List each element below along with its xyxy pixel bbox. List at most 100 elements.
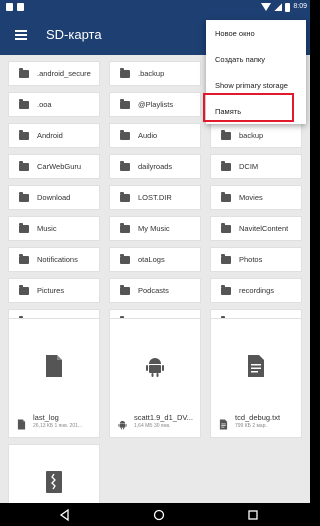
- folder-item[interactable]: Music: [8, 216, 100, 241]
- wifi-icon: [261, 3, 272, 11]
- document-icon: [17, 417, 26, 430]
- folder-name: Photos: [239, 255, 263, 264]
- android-icon: [145, 355, 165, 377]
- folder-icon: [120, 191, 130, 202]
- folder-name: Download: [37, 193, 71, 202]
- folder-icon: [221, 222, 231, 233]
- folder-icon: [221, 160, 231, 171]
- folder-name: otaLogs: [138, 255, 165, 264]
- archive-icon: [44, 471, 64, 493]
- folder-item[interactable]: .backup: [109, 61, 201, 86]
- navigation-bar: [0, 503, 310, 526]
- battery-icon: [285, 2, 291, 12]
- folder-name: Movies: [239, 193, 263, 202]
- folder-name: My Music: [138, 224, 170, 233]
- page-title: SD-карта: [46, 27, 102, 42]
- notification-icon: [6, 3, 13, 11]
- text-file-icon: [246, 355, 266, 377]
- file-meta: last_log 26,13 КБ 1 янв. 201...: [33, 413, 82, 429]
- text-file-icon: [219, 417, 228, 430]
- folder-name: backup: [239, 131, 264, 140]
- folder-name: dailyroads: [138, 162, 173, 171]
- folder-name: Music: [37, 224, 57, 233]
- folder-icon: [19, 284, 29, 295]
- file-info: 1,64 МБ 30 янв.: [134, 423, 171, 429]
- file-grid: last_log 26,13 КБ 1 янв. 201... scatt1.9_d…: [8, 318, 302, 503]
- folder-name: LOST.DIR: [138, 193, 172, 202]
- folder-name: .backup: [138, 69, 165, 78]
- status-time: 8:09: [293, 3, 307, 10]
- folder-item[interactable]: .android_secure: [8, 61, 100, 86]
- recent-apps-icon[interactable]: [246, 508, 260, 522]
- folder-item[interactable]: .ooa: [8, 92, 100, 117]
- folder-icon: [19, 160, 29, 171]
- hamburger-menu-icon[interactable]: [15, 30, 27, 40]
- menu-item-create-folder[interactable]: Создать папку: [206, 46, 306, 72]
- file-item[interactable]: scatt1.9_d1_DV... 1,64 МБ 30 янв.: [109, 318, 201, 438]
- folder-icon: [120, 253, 130, 264]
- folder-icon: [19, 222, 29, 233]
- folder-name: Audio: [138, 131, 158, 140]
- folder-icon: [19, 191, 29, 202]
- signal-icon: [274, 3, 283, 11]
- folder-item[interactable]: Audio: [109, 123, 201, 148]
- folder-item[interactable]: otaLogs: [109, 247, 201, 272]
- file-info: 26,13 КБ 1 янв. 201...: [33, 423, 83, 429]
- folder-name: CarWebGuru: [37, 162, 82, 171]
- menu-item-new-window[interactable]: Новое окно: [206, 20, 306, 46]
- folder-name: @Playlists: [138, 100, 174, 109]
- folder-name: NavitelContent: [239, 224, 289, 233]
- folder-icon: [120, 67, 130, 78]
- folder-icon: [120, 222, 130, 233]
- folder-item[interactable]: DCIM: [210, 154, 302, 179]
- folder-icon: [221, 253, 231, 264]
- folder-item[interactable]: backup: [210, 123, 302, 148]
- folder-item[interactable]: @Playlists: [109, 92, 201, 117]
- file-footer: scatt1.9_d1_DV... 1,64 МБ 30 янв.: [118, 413, 196, 430]
- notification-icons: [6, 3, 24, 11]
- system-icons: 8:09: [261, 2, 307, 12]
- folder-name: Podcasts: [138, 286, 169, 295]
- file-name: tcd_debug.txt: [235, 413, 281, 422]
- folder-item[interactable]: recordings: [210, 278, 302, 303]
- file-footer: tcd_debug.txt 799 КБ 2 мар.: [219, 413, 297, 430]
- folder-item[interactable]: Notifications: [8, 247, 100, 272]
- file-name: scatt1.9_d1_DV...: [134, 413, 193, 422]
- home-icon[interactable]: [152, 508, 166, 522]
- folder-icon: [120, 129, 130, 140]
- folder-icon: [120, 98, 130, 109]
- back-icon[interactable]: [58, 508, 72, 522]
- folder-item[interactable]: Download: [8, 185, 100, 210]
- folder-item[interactable]: Movies: [210, 185, 302, 210]
- android-icon: [118, 417, 127, 430]
- file-info: 799 КБ 2 мар.: [235, 423, 267, 429]
- folder-icon: [19, 253, 29, 264]
- folder-item[interactable]: My Music: [109, 216, 201, 241]
- folder-name: Notifications: [37, 255, 78, 264]
- folder-name: .android_secure: [37, 69, 91, 78]
- folder-item[interactable]: dailyroads: [109, 154, 201, 179]
- folder-name: recordings: [239, 286, 275, 295]
- file-item[interactable]: tcd_debug.txt 799 КБ 2 мар.: [210, 318, 302, 438]
- folder-icon: [19, 67, 29, 78]
- status-bar: 8:09: [0, 0, 310, 15]
- folder-item[interactable]: Photos: [210, 247, 302, 272]
- folder-icon: [221, 129, 231, 140]
- folder-item[interactable]: LOST.DIR: [109, 185, 201, 210]
- folder-item[interactable]: Android: [8, 123, 100, 148]
- folder-icon: [19, 129, 29, 140]
- folder-item[interactable]: Pictures: [8, 278, 100, 303]
- file-item[interactable]: [8, 444, 100, 503]
- file-meta: scatt1.9_d1_DV... 1,64 МБ 30 янв.: [134, 413, 193, 429]
- file-name: last_log: [33, 413, 59, 422]
- folder-item[interactable]: Podcasts: [109, 278, 201, 303]
- folder-icon: [221, 191, 231, 202]
- folder-item[interactable]: NavitelContent: [210, 216, 302, 241]
- folder-icon: [221, 284, 231, 295]
- folder-name: Pictures: [37, 286, 65, 295]
- folder-icon: [120, 160, 130, 171]
- folder-item[interactable]: CarWebGuru: [8, 154, 100, 179]
- file-meta: tcd_debug.txt 799 КБ 2 мар.: [235, 413, 280, 429]
- file-item[interactable]: last_log 26,13 КБ 1 янв. 201...: [8, 318, 100, 438]
- folder-icon: [19, 98, 29, 109]
